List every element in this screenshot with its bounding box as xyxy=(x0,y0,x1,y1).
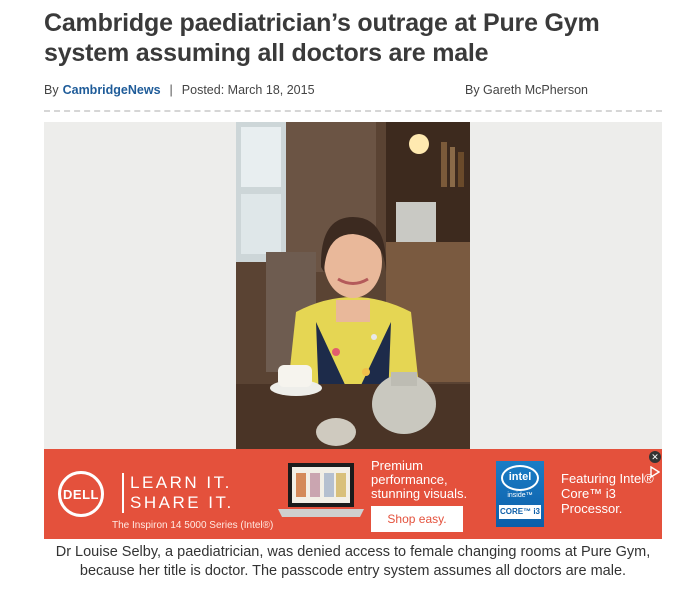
photo-frame xyxy=(44,122,662,452)
author-name: By Gareth McPherson xyxy=(465,83,588,97)
article-photo xyxy=(236,122,470,452)
intel-badge: intel inside™ CORE™ i3 xyxy=(496,461,544,527)
dell-advertisement[interactable]: DELL LEARN IT. SHARE IT. The Inspiron 14… xyxy=(44,449,662,539)
ad-line-1: LEARN IT. xyxy=(130,473,232,492)
close-icon[interactable]: ✕ xyxy=(649,451,661,463)
shop-easy-button[interactable]: Shop easy. xyxy=(371,506,463,532)
ad-series: The Inspiron 14 5000 Series (Intel®) xyxy=(112,520,274,531)
ad-headline: LEARN IT. SHARE IT. xyxy=(122,473,234,513)
posted-date: Posted: March 18, 2015 xyxy=(181,83,315,97)
ad-tagline: Premium performance, stunning visuals. xyxy=(371,458,468,501)
ad-line-2: SHARE IT. xyxy=(130,493,234,512)
intel-core: CORE™ i3 xyxy=(499,505,541,519)
ad-featuring: Featuring Intel® Core™ i3 Processor. xyxy=(561,471,654,516)
intel-logo: intel xyxy=(501,465,539,491)
byline-separator: | xyxy=(169,83,173,97)
byline: By CambridgeNews | Posted: March 18, 201… xyxy=(44,80,664,100)
laptop-image xyxy=(278,463,364,517)
dell-logo[interactable]: DELL xyxy=(58,471,104,517)
divider xyxy=(44,110,662,112)
adchoices-icon[interactable] xyxy=(650,466,660,478)
article-headline: Cambridge paediatrician’s outrage at Pur… xyxy=(44,9,600,67)
intel-inside: inside™ xyxy=(507,492,533,499)
source-link[interactable]: CambridgeNews xyxy=(63,83,161,97)
photo-caption: Dr Louise Selby, a paediatrician, was de… xyxy=(55,544,651,579)
byline-prefix: By xyxy=(44,83,59,97)
